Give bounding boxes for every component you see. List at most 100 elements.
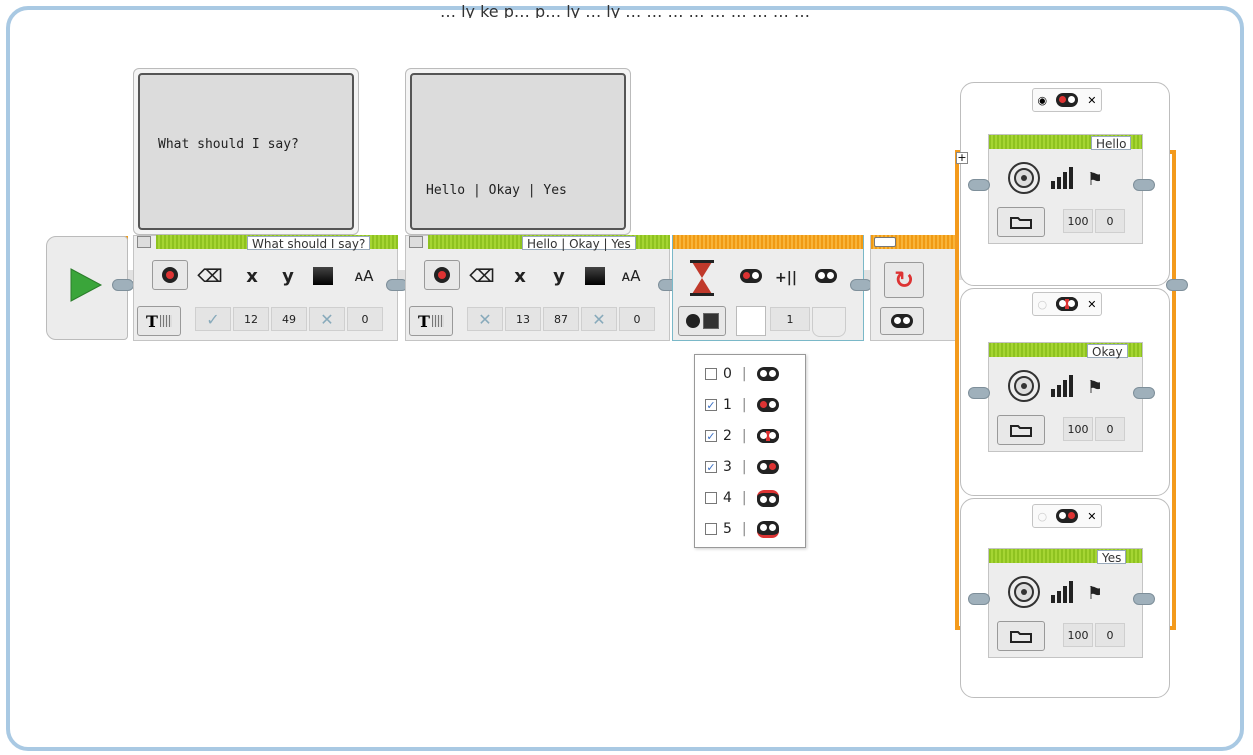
block-label[interactable]: Hello | Okay | Yes [522,236,636,251]
checkbox-4[interactable] [705,492,717,504]
y-coord-icon: y [553,265,565,287]
text-grid-icon[interactable]: T [137,306,181,336]
brick-buttons-icon [756,460,779,474]
brick-buttons-icon [756,367,779,381]
default-case-radio[interactable]: ○ [1038,510,1048,523]
connector [850,279,872,291]
close-icon[interactable]: ✕ [1087,94,1096,107]
option-value: 0 [723,366,732,382]
option-value: 4 [723,490,732,506]
block-toggle-icon[interactable] [137,236,151,248]
dropdown-option[interactable]: ✓ 2 | [705,423,801,449]
font-size-icon: ᴀA [621,267,641,285]
checkbox-5[interactable] [705,523,717,535]
sound-block-2[interactable]: Okay ⚑ 100 0 [988,342,1143,452]
color-icon [585,267,605,285]
case-tab-1[interactable]: ◉ ✕ [1032,88,1102,112]
block-toggle-icon[interactable] [409,236,423,248]
button-set-input[interactable] [736,306,766,336]
sound-file-label[interactable]: Hello [1091,136,1132,151]
connector [968,179,990,191]
display-screen: Hello | Okay | Yes [410,73,626,230]
output-plug[interactable] [812,307,846,337]
close-icon[interactable]: ✕ [1087,510,1096,523]
color-icon [313,267,333,285]
add-case-icon[interactable]: + [956,152,968,164]
play-type-param[interactable]: 0 [1095,623,1125,647]
compare-icon: +|| [775,270,797,286]
volume-icon [1051,581,1075,607]
action-param[interactable]: 1 [770,307,810,331]
brick-buttons-mode[interactable] [880,307,924,335]
brick-buttons-icon [756,520,779,538]
checkbox-2[interactable]: ✓ [705,430,717,443]
start-arrow-icon[interactable] [69,267,103,303]
sound-file-label[interactable]: Yes [1097,550,1127,565]
check-icon[interactable]: ✓ [195,307,231,331]
cross-icon[interactable]: ✕ [309,307,345,331]
connector [1133,387,1155,399]
folder-icon[interactable] [997,207,1045,237]
tab-view-icon[interactable] [874,237,896,247]
switch-rail-left [955,150,959,630]
dropdown-option[interactable]: ✓ 1 | [705,392,801,418]
checkbox-1[interactable]: ✓ [705,399,717,412]
x-param[interactable]: 12 [233,307,269,331]
sound-block-3[interactable]: Yes ⚑ 100 0 [988,548,1143,658]
cross-icon[interactable]: ✕ [581,307,617,331]
brick-buttons-icon [1056,297,1079,311]
font-param[interactable]: 0 [619,307,655,331]
brick-buttons-icon [756,489,779,507]
dropdown-option[interactable]: 4 | [705,485,801,511]
y-param[interactable]: 49 [271,307,307,331]
option-value: 2 [723,428,732,444]
case-tab-3[interactable]: ○ ✕ [1032,504,1102,528]
default-case-radio[interactable]: ◉ [1038,94,1048,107]
connector [1133,593,1155,605]
loop-icon[interactable]: ↻ [884,262,924,298]
volume-param[interactable]: 100 [1063,209,1093,233]
brick-display-icon[interactable] [424,260,460,290]
brick-buttons-icon [815,268,837,287]
block-label[interactable]: What should I say? [247,236,371,251]
checkbox-0[interactable] [705,368,717,380]
flag-icon: ⚑ [1086,582,1104,604]
dropdown-option[interactable]: 5 | [705,516,801,542]
connector [968,593,990,605]
speaker-icon [1007,161,1041,199]
font-param[interactable]: 0 [347,307,383,331]
connector [1133,179,1155,191]
brick-display-icon[interactable] [152,260,188,290]
option-value: 3 [723,459,732,475]
folder-icon[interactable] [997,621,1045,651]
y-param[interactable]: 87 [543,307,579,331]
display-preview-2: Hello | Okay | Yes [405,68,631,235]
close-icon[interactable]: ✕ [1087,298,1096,311]
volume-icon [1051,167,1075,193]
volume-param[interactable]: 100 [1063,417,1093,441]
cross-icon[interactable]: ✕ [467,307,503,331]
speaker-icon [1007,575,1041,613]
text-grid-icon[interactable]: T [409,306,453,336]
x-param[interactable]: 13 [505,307,541,331]
default-case-radio[interactable]: ○ [1038,298,1048,311]
sound-block-1[interactable]: Hello ⚑ 100 0 [988,134,1143,244]
eraser-icon: ⌫ [469,265,495,287]
brick-buttons-dropdown[interactable]: 0 | ✓ 1 | ✓ 2 | ✓ 3 | 4 | 5 | [694,354,806,548]
volume-param[interactable]: 100 [1063,623,1093,647]
brick-buttons-mode[interactable] [678,306,726,336]
caption-fragment: … ly ke p… p… ly … ly … … … … … … … … … [440,2,810,18]
case-tab-2[interactable]: ○ ✕ [1032,292,1102,316]
hourglass-icon[interactable] [690,260,720,300]
folder-icon[interactable] [997,415,1045,445]
dropdown-option[interactable]: ✓ 3 | [705,454,801,480]
preview-text: What should I say? [158,137,299,152]
brick-buttons-icon [740,268,762,287]
play-type-param[interactable]: 0 [1095,209,1125,233]
play-type-param[interactable]: 0 [1095,417,1125,441]
sound-file-label[interactable]: Okay [1087,344,1128,359]
preview-text: Hello | Okay | Yes [426,183,567,198]
checkbox-3[interactable]: ✓ [705,461,717,474]
dropdown-option[interactable]: 0 | [705,361,801,387]
switch-rail-right [1172,150,1176,630]
